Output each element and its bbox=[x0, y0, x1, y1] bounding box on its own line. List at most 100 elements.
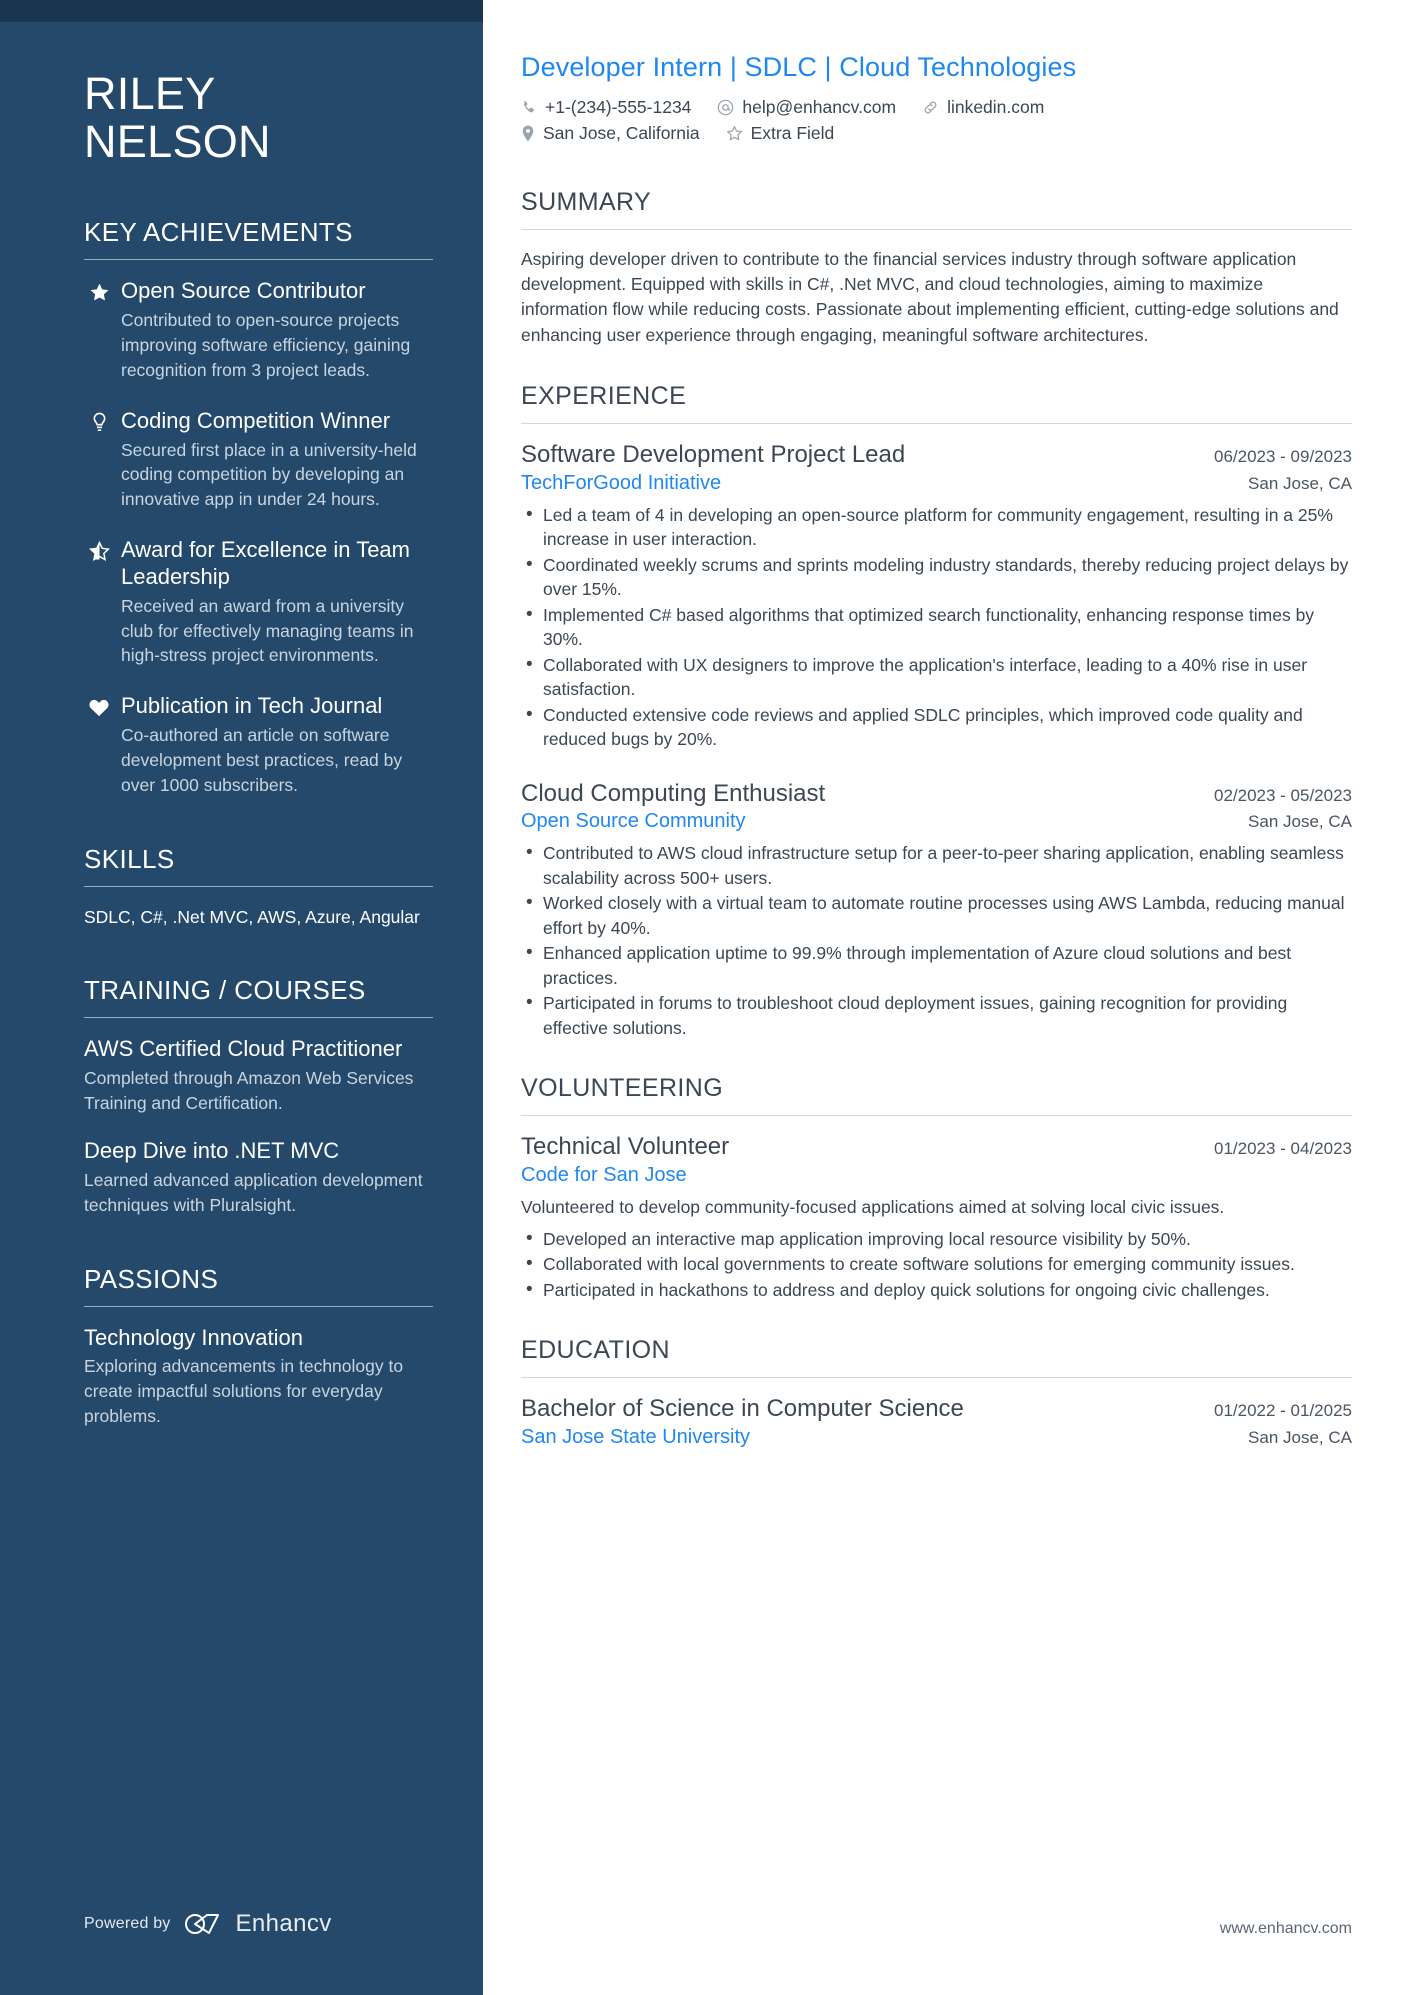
bullet-item: Coordinated weekly scrums and sprints mo… bbox=[521, 552, 1352, 602]
divider bbox=[521, 422, 1352, 424]
section-experience: EXPERIENCE Software Development Project … bbox=[521, 382, 1352, 1041]
achievement-item: Open Source Contributor Contributed to o… bbox=[84, 278, 433, 382]
bullet-item: Collaborated with local governments to c… bbox=[521, 1251, 1352, 1277]
experience-location: San Jose, CA bbox=[1248, 812, 1352, 832]
contact-row-1: +1-(234)-555-1234 help@enhancv.com linke… bbox=[521, 97, 1352, 118]
passion-title: Technology Innovation bbox=[84, 1324, 303, 1350]
achievement-item: Award for Excellence in Team Leadership … bbox=[84, 537, 433, 668]
experience-entry: Cloud Computing Enthusiast 02/2023 - 05/… bbox=[521, 780, 1352, 1041]
section-volunteering: VOLUNTEERING Technical Volunteer 01/2023… bbox=[521, 1074, 1352, 1303]
experience-bullets: Contributed to AWS cloud infrastructure … bbox=[521, 840, 1352, 1040]
bullet-item: Developed an interactive map application… bbox=[521, 1226, 1352, 1252]
bullet-item: Enhanced application uptime to 99.9% thr… bbox=[521, 940, 1352, 990]
volunteering-entry: Technical Volunteer 01/2023 - 04/2023 Co… bbox=[521, 1133, 1352, 1302]
section-skills: SKILLS SDLC, C#, .Net MVC, AWS, Azure, A… bbox=[84, 844, 433, 930]
bullet-item: Contributed to AWS cloud infrastructure … bbox=[521, 840, 1352, 890]
star-outline-icon bbox=[726, 125, 743, 142]
summary-heading: SUMMARY bbox=[521, 188, 652, 216]
bullet-item: Implemented C# based algorithms that opt… bbox=[521, 602, 1352, 652]
volunteering-dates: 01/2023 - 04/2023 bbox=[1213, 1139, 1352, 1159]
bullet-item: Led a team of 4 in developing an open-so… bbox=[521, 502, 1352, 552]
bullet-item: Conducted extensive code reviews and app… bbox=[521, 702, 1352, 752]
divider bbox=[521, 229, 1352, 230]
education-location: San Jose, CA bbox=[1248, 1427, 1352, 1447]
achievement-item: Coding Competition Winner Secured first … bbox=[84, 408, 433, 512]
course-item: AWS Certified Cloud Practitioner Complet… bbox=[84, 1036, 433, 1116]
section-summary: SUMMARY Aspiring developer driven to con… bbox=[521, 188, 1352, 348]
education-heading: EDUCATION bbox=[521, 1336, 670, 1365]
experience-entry: Software Development Project Lead 06/202… bbox=[521, 441, 1352, 752]
experience-job-title: Software Development Project Lead bbox=[521, 440, 906, 468]
course-item: Deep Dive into .NET MVC Learned advanced… bbox=[84, 1138, 433, 1218]
resume-page: RILEY NELSON KEY ACHIEVEMENTS Open Sourc… bbox=[0, 0, 1410, 1995]
achievement-description: Secured first place in a university-held… bbox=[121, 439, 417, 510]
skills-list: SDLC, C#, .Net MVC, AWS, Azure, Angular bbox=[84, 906, 420, 927]
course-title: Deep Dive into .NET MVC bbox=[84, 1138, 340, 1163]
volunteering-bullets: Developed an interactive map application… bbox=[521, 1226, 1352, 1303]
candidate-first-name: RILEY bbox=[84, 68, 216, 119]
experience-heading: EXPERIENCE bbox=[521, 381, 687, 410]
contact-linkedin-value: linkedin.com bbox=[947, 97, 1045, 117]
contact-extra-field: Extra Field bbox=[726, 123, 834, 144]
section-training-courses: TRAINING / COURSES AWS Certified Cloud P… bbox=[84, 975, 433, 1217]
volunteering-paragraph: Volunteered to develop community-focused… bbox=[521, 1197, 1225, 1218]
contact-location: San Jose, California bbox=[521, 123, 700, 144]
passion-description: Exploring advancements in technology to … bbox=[84, 1356, 404, 1427]
education-dates: 01/2022 - 01/2025 bbox=[1213, 1401, 1352, 1421]
experience-organization[interactable]: Open Source Community bbox=[521, 809, 746, 834]
bullet-item: Collaborated with UX designers to improv… bbox=[521, 652, 1352, 702]
achievement-title: Coding Competition Winner bbox=[121, 407, 391, 433]
achievement-description: Received an award from a university club… bbox=[121, 595, 414, 666]
achievement-item: Publication in Tech Journal Co-authored … bbox=[84, 693, 433, 797]
key-achievements-heading: KEY ACHIEVEMENTS bbox=[84, 217, 353, 248]
divider bbox=[521, 1115, 1352, 1117]
achievement-title: Award for Excellence in Team Leadership bbox=[121, 537, 410, 589]
lightbulb-icon bbox=[84, 408, 114, 433]
bullet-item: Participated in hackathons to address an… bbox=[521, 1277, 1352, 1303]
divider bbox=[84, 1305, 433, 1307]
enhancv-mark-icon bbox=[184, 1914, 219, 1934]
education-degree: Bachelor of Science in Computer Science bbox=[521, 1395, 964, 1423]
achievement-title: Publication in Tech Journal bbox=[121, 693, 383, 719]
passions-heading: PASSIONS bbox=[84, 1263, 219, 1294]
headline: Developer Intern | SDLC | Cloud Technolo… bbox=[521, 52, 1077, 82]
achievement-description: Contributed to open-source projects impr… bbox=[121, 310, 411, 380]
education-institution[interactable]: San Jose State University bbox=[521, 1425, 750, 1450]
experience-dates: 06/2023 - 09/2023 bbox=[1213, 446, 1352, 466]
contact-row-2: San Jose, California Extra Field bbox=[521, 123, 1352, 144]
powered-by-label: Powered by bbox=[84, 1915, 171, 1932]
powered-by-enhancv: Powered by Enhancv bbox=[84, 1910, 332, 1938]
achievement-title: Open Source Contributor bbox=[121, 278, 366, 304]
email-icon bbox=[717, 99, 734, 116]
contact-linkedin[interactable]: linkedin.com bbox=[922, 97, 1044, 118]
link-icon bbox=[922, 99, 939, 116]
experience-bullets: Led a team of 4 in developing an open-so… bbox=[521, 502, 1352, 752]
divider bbox=[84, 885, 433, 887]
section-key-achievements: KEY ACHIEVEMENTS Open Source Contributor… bbox=[84, 217, 433, 797]
location-pin-icon bbox=[521, 125, 535, 142]
experience-organization[interactable]: TechForGood Initiative bbox=[521, 471, 721, 496]
candidate-name: RILEY NELSON bbox=[84, 70, 433, 165]
divider bbox=[84, 1017, 433, 1019]
contact-email-value: help@enhancv.com bbox=[742, 97, 897, 117]
footer-url[interactable]: www.enhancv.com bbox=[1220, 1920, 1352, 1938]
phone-icon bbox=[521, 100, 537, 116]
section-education: EDUCATION Bachelor of Science in Compute… bbox=[521, 1336, 1352, 1450]
enhancv-logo: Enhancv bbox=[184, 1910, 332, 1938]
education-entry: Bachelor of Science in Computer Science … bbox=[521, 1395, 1352, 1450]
enhancv-wordmark: Enhancv bbox=[235, 1910, 332, 1937]
volunteering-organization[interactable]: Code for San Jose bbox=[521, 1163, 687, 1188]
training-heading: TRAINING / COURSES bbox=[84, 975, 366, 1006]
contact-phone[interactable]: +1-(234)-555-1234 bbox=[521, 97, 691, 118]
skills-heading: SKILLS bbox=[84, 843, 175, 874]
course-title: AWS Certified Cloud Practitioner bbox=[84, 1036, 403, 1062]
divider bbox=[84, 259, 433, 261]
contact-email[interactable]: help@enhancv.com bbox=[717, 97, 896, 118]
volunteering-heading: VOLUNTEERING bbox=[521, 1074, 724, 1103]
contact-info: +1-(234)-555-1234 help@enhancv.com linke… bbox=[521, 97, 1352, 144]
experience-location: San Jose, CA bbox=[1248, 473, 1352, 493]
contact-location-value: San Jose, California bbox=[543, 123, 700, 143]
heart-filled-icon bbox=[84, 693, 114, 717]
divider bbox=[521, 1377, 1352, 1379]
contact-phone-value: +1-(234)-555-1234 bbox=[545, 97, 692, 117]
